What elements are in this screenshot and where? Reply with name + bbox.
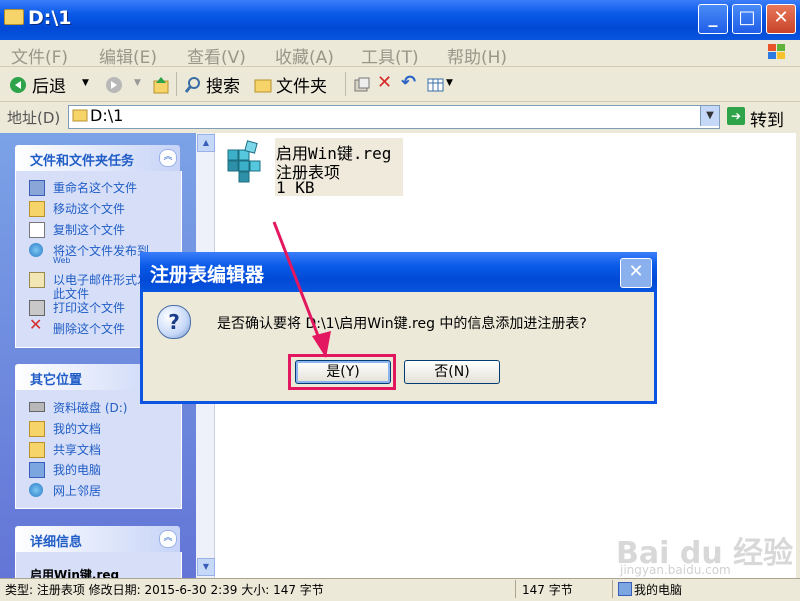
my-computer-icon <box>29 462 45 478</box>
search-button[interactable]: 搜索 <box>206 72 240 97</box>
place-shared-documents[interactable]: 共享文档 <box>53 441 101 458</box>
status-separator <box>612 580 613 598</box>
folder-icon <box>72 109 88 122</box>
file-size: 1 KB <box>276 178 315 197</box>
printer-icon <box>29 300 45 316</box>
menu-view[interactable]: 查看(V) <box>187 43 246 68</box>
rename-icon <box>29 180 45 196</box>
status-info: 类型: 注册表项 修改日期: 2015-6-30 2:39 大小: 147 字节 <box>5 583 324 597</box>
delete-icon: ✕ <box>29 315 43 334</box>
address-dropdown-icon[interactable]: ▼ <box>700 106 719 126</box>
menu-help[interactable]: 帮助(H) <box>447 43 507 68</box>
scroll-down-icon[interactable]: ▼ <box>197 558 215 576</box>
back-arrow-icon <box>10 77 26 93</box>
task-delete[interactable]: 删除这个文件 <box>53 320 125 337</box>
search-icon <box>184 77 200 93</box>
registry-file-icon[interactable] <box>222 140 266 186</box>
yes-button[interactable]: 是(Y) <box>295 360 391 384</box>
undo-icon[interactable]: ↶ <box>401 72 416 93</box>
status-location: 我的电脑 <box>634 583 683 597</box>
shared-documents-icon <box>29 442 45 458</box>
toolbar-separator <box>345 72 346 96</box>
move-icon <box>29 201 45 217</box>
go-arrow-icon[interactable]: ➔ <box>727 107 745 125</box>
watermark-url: jingyan.baidu.com <box>620 563 731 577</box>
copy-icon <box>29 222 45 238</box>
status-separator <box>515 580 516 598</box>
menu-favorites[interactable]: 收藏(A) <box>275 43 334 68</box>
forward-arrow-icon[interactable] <box>105 76 123 94</box>
task-rename[interactable]: 重命名这个文件 <box>53 179 137 196</box>
windows-logo-icon <box>768 44 785 59</box>
address-label: 地址(D) <box>7 109 61 127</box>
place-my-computer[interactable]: 我的电脑 <box>53 461 101 478</box>
scroll-up-icon[interactable]: ▲ <box>197 134 215 152</box>
my-documents-icon <box>29 421 45 437</box>
places-panel-title: 其它位置 <box>30 373 83 388</box>
email-icon <box>29 272 45 288</box>
address-input[interactable] <box>68 105 720 129</box>
views-icon[interactable] <box>427 77 445 93</box>
my-computer-icon <box>618 582 632 596</box>
go-button[interactable]: 转到 <box>750 106 784 131</box>
collapse-chevron-icon[interactable]: ︽ <box>159 530 177 548</box>
no-button[interactable]: 否(N) <box>404 360 500 384</box>
menu-edit[interactable]: 编辑(E) <box>99 43 157 68</box>
details-filename: 启用Win键.reg <box>30 568 120 578</box>
address-value[interactable]: D:\1 <box>90 106 123 125</box>
menu-tools[interactable]: 工具(T) <box>361 43 419 68</box>
move-to-icon[interactable] <box>353 76 371 94</box>
folder-icon <box>4 9 24 25</box>
window-title-bar[interactable] <box>0 0 800 40</box>
toolbar-separator <box>176 72 177 96</box>
maximize-button[interactable]: □ <box>732 4 762 34</box>
status-size: 147 字节 <box>522 583 573 597</box>
task-move[interactable]: 移动这个文件 <box>53 200 125 217</box>
task-publish-web[interactable]: Web <box>53 256 70 265</box>
globe-icon <box>29 243 43 257</box>
tasks-panel-title: 文件和文件夹任务 <box>30 154 135 169</box>
close-button[interactable]: ✕ <box>766 4 796 34</box>
back-button[interactable]: 后退 <box>32 72 66 97</box>
task-copy[interactable]: 复制这个文件 <box>53 221 125 238</box>
menu-file[interactable]: 文件(F) <box>11 43 68 68</box>
details-panel-title: 详细信息 <box>30 535 83 550</box>
question-icon: ? <box>157 305 191 339</box>
place-drive-d[interactable]: 资料磁盘 (D:) <box>53 399 127 416</box>
delete-icon[interactable]: ✕ <box>377 72 392 93</box>
folders-button[interactable]: 文件夹 <box>276 72 327 97</box>
dialog-message: 是否确认要将 D:\1\启用Win键.reg 中的信息添加进注册表? <box>217 316 587 332</box>
task-print[interactable]: 打印这个文件 <box>53 299 125 316</box>
collapse-chevron-icon[interactable]: ︽ <box>159 149 177 167</box>
place-network[interactable]: 网上邻居 <box>53 482 101 499</box>
up-folder-icon[interactable] <box>152 75 170 95</box>
back-dropdown-icon[interactable]: ▼ <box>82 78 89 88</box>
drive-icon <box>29 402 45 412</box>
network-icon <box>29 483 43 497</box>
forward-dropdown-icon[interactable]: ▼ <box>134 78 141 88</box>
minimize-button[interactable]: _ <box>698 4 728 34</box>
dialog-close-button[interactable]: ✕ <box>620 258 652 288</box>
dialog-title: 注册表编辑器 <box>150 264 265 286</box>
views-dropdown-icon[interactable]: ▼ <box>446 78 453 88</box>
folders-icon <box>254 79 272 93</box>
place-my-documents[interactable]: 我的文档 <box>53 420 101 437</box>
window-title: D:\1 <box>28 7 72 29</box>
